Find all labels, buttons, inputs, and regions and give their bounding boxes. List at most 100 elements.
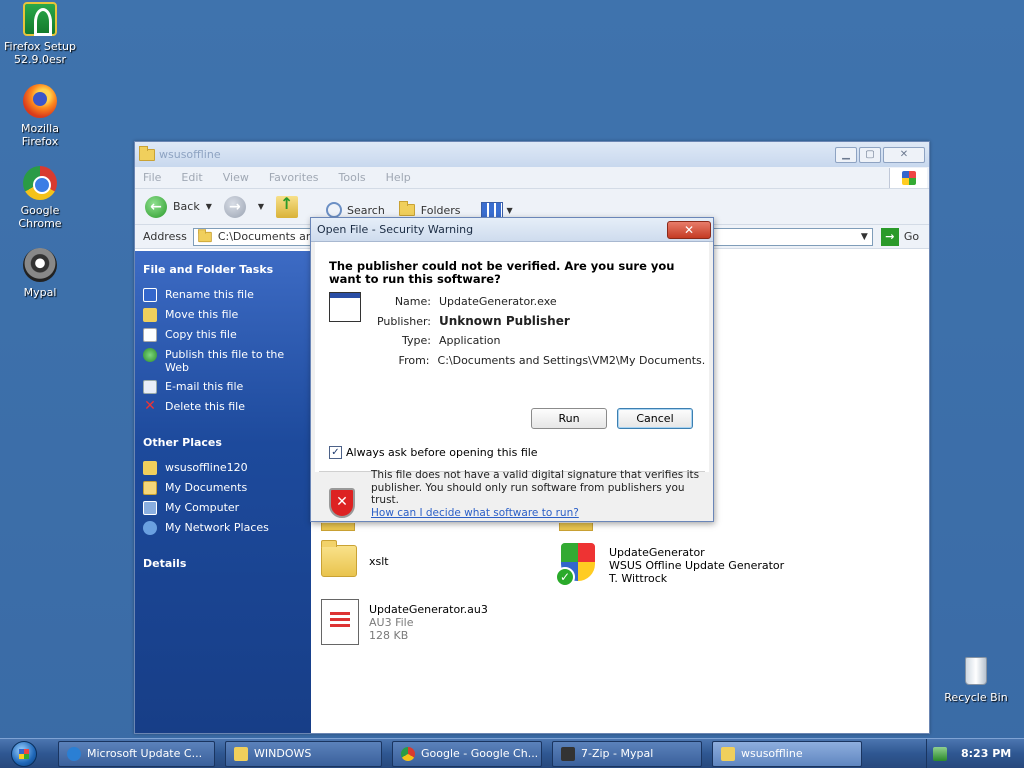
desktop-icon-mozilla-firefox[interactable]: Mozilla Firefox [0,84,80,148]
chevron-down-icon[interactable]: ▼ [206,202,212,211]
email-icon [143,380,157,394]
place-wsusoffline120[interactable]: wsusoffline120 [143,461,303,475]
file-item-xslt[interactable]: xslt [321,540,389,577]
desktop-icon-recycle-bin[interactable]: Recycle Bin [940,657,1012,704]
file-name: xslt [369,554,389,568]
back-arrow-icon: ← [145,195,167,218]
file-author: T. Wittrock [609,571,668,585]
task-wsusoffline[interactable]: wsusoffline [712,740,862,767]
go-button[interactable]: → Go [880,227,919,246]
desktop-icon-mypal[interactable]: Mypal [0,248,80,299]
checkbox-label: Always ask before opening this file [346,446,538,459]
task-label: WINDOWS [254,747,312,760]
tray-icon[interactable] [933,746,947,761]
menu-favorites[interactable]: Favorites [269,171,319,184]
start-button[interactable] [0,739,48,768]
dialog-title: Open File - Security Warning [317,223,474,236]
place-my-documents[interactable]: My Documents [143,481,303,495]
folder-icon[interactable] [321,523,355,531]
pane-heading[interactable]: Other Places [143,436,303,449]
chevron-down-icon[interactable]: ▼ [861,232,868,242]
address-label: Address [143,230,187,243]
other-places: Other Places wsusoffline120 My Documents… [143,436,303,535]
desktop-icon-label: Google [20,204,60,217]
task-label: Delete this file [165,400,245,413]
chevron-down-icon[interactable]: ▼ [258,202,264,211]
desktop-icon-google-chrome[interactable]: Google Chrome [0,166,80,230]
task-move[interactable]: Move this file [143,308,303,322]
recycle-bin-icon [965,657,987,685]
prop-value: C:\Documents and Settings\VM2\My Documen… [437,353,705,367]
task-rename[interactable]: Rename this file [143,288,303,302]
forward-button[interactable]: → ▼ [223,195,264,218]
folder-icon[interactable] [398,201,415,216]
firefox-setup-icon [23,2,57,36]
task-delete[interactable]: ✕ Delete this file [143,398,303,414]
up-button[interactable] [276,194,299,218]
file-text: UpdateGenerator WSUS Offline Update Gene… [609,546,784,585]
task-label: Move this file [165,308,239,321]
always-ask-checkbox[interactable]: ✓ [329,446,342,459]
task-publish[interactable]: Publish this file to the Web [143,348,303,374]
menu-tools[interactable]: Tools [339,171,366,184]
search-button[interactable]: Search [347,204,385,217]
move-icon [143,308,157,322]
menu-edit[interactable]: Edit [181,171,202,184]
dialog-titlebar[interactable]: Open File - Security Warning ✕ [311,218,713,242]
folder-icon [139,145,155,161]
task-label: Google - Google Ch... [421,747,539,760]
menu-help[interactable]: Help [386,171,411,184]
cancel-button[interactable]: Cancel [617,408,693,429]
mypal-icon [23,248,57,282]
prop-key: From: [398,353,430,367]
place-my-computer[interactable]: My Computer [143,501,303,515]
pane-heading[interactable]: File and Folder Tasks [143,263,303,276]
place-label: My Documents [165,481,248,494]
details: Details [143,557,303,570]
task-windows[interactable]: WINDOWS [225,740,382,767]
minimize-button[interactable]: ▁ [835,146,857,163]
folders-button[interactable]: Folders [421,204,461,217]
folder-icon [234,746,248,761]
search-icon[interactable] [326,202,342,218]
clock[interactable]: 8:23 PM [961,747,1011,760]
delete-icon: ✕ [144,398,156,414]
chevron-down-icon[interactable]: ▼ [507,206,513,215]
task-label: wsusoffline [741,747,803,760]
file-folder-tasks: File and Folder Tasks Rename this file M… [143,263,303,414]
help-link[interactable]: How can I decide what software to run? [371,507,579,519]
desktop-icon-firefox-setup[interactable]: Firefox Setup 52.9.0esr [0,2,80,66]
pane-heading[interactable]: Details [143,557,303,570]
file-name: UpdateGenerator.au3 [369,602,488,616]
task-email[interactable]: E-mail this file [143,380,303,394]
place-my-network[interactable]: My Network Places [143,521,303,535]
shield-app-icon: ✓ [555,543,599,587]
menu-file[interactable]: File [143,171,161,184]
prop-publisher: Publisher: Unknown Publisher [375,312,705,332]
menu-view[interactable]: View [223,171,249,184]
task-microsoft-update[interactable]: Microsoft Update C... [58,740,215,767]
dialog-close-button[interactable]: ✕ [667,220,711,239]
warning-footer: ✕ This file does not have a valid digita… [311,469,713,520]
folder-icon [143,461,157,475]
warning-text: This file does not have a valid digital … [371,469,700,506]
maximize-button[interactable]: ▢ [859,146,881,163]
run-button[interactable]: Run [531,408,607,429]
chrome-icon [23,166,57,200]
explorer-titlebar[interactable]: wsusoffline ▁ ▢ ✕ [135,142,929,167]
windows-logo-icon [11,740,37,767]
file-item-au3[interactable]: UpdateGenerator.au3 AU3 File 128 KB [321,599,488,645]
desktop-icon-label: Mypal [23,286,57,299]
task-7zip-mypal[interactable]: 7-Zip - Mypal [552,740,702,767]
task-google-chrome[interactable]: Google - Google Ch... [392,740,542,767]
back-button[interactable]: ← Back ▼ [145,195,212,218]
place-label: My Network Places [165,521,269,534]
always-ask-row[interactable]: ✓ Always ask before opening this file [329,446,538,459]
close-button[interactable]: ✕ [883,146,925,163]
file-size: 128 KB [369,628,409,642]
views-icon[interactable] [480,202,503,218]
folder-icon[interactable] [559,523,593,531]
file-item-updategenerator[interactable]: ✓ UpdateGenerator WSUS Offline Update Ge… [555,543,784,587]
copy-icon [143,328,157,342]
task-copy[interactable]: Copy this file [143,328,303,342]
